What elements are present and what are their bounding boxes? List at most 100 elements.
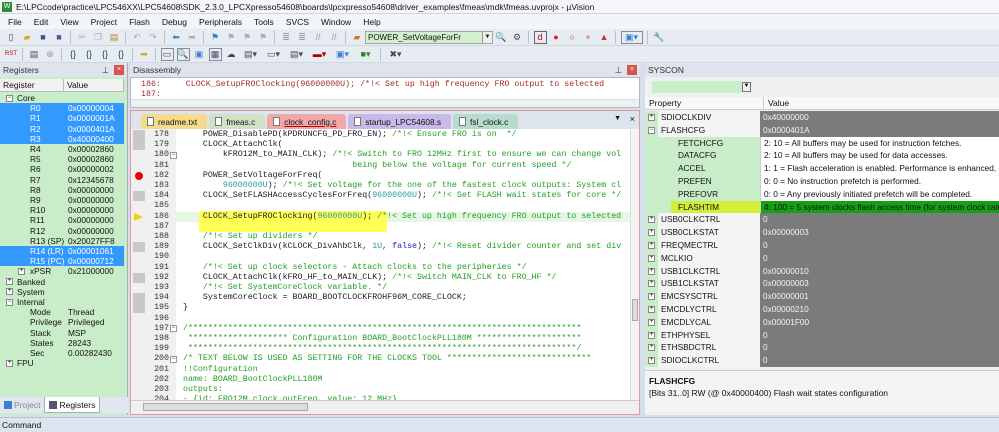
register-row[interactable]: R1 0x0000001A	[0, 113, 124, 124]
register-row[interactable]: R5 0x00002860	[0, 154, 124, 164]
command-window-icon[interactable]: ▭	[160, 47, 174, 61]
menu-project[interactable]: Project	[85, 17, 123, 27]
property-value[interactable]: 0x00000001	[760, 290, 999, 303]
property-value[interactable]: 0	[760, 251, 999, 265]
syscon-row[interactable]: PREFEN 0: 0 = No instruction prefetch is …	[645, 175, 999, 188]
serial-windows-icon[interactable]: ▤▾	[287, 48, 307, 61]
syscon-row[interactable]: + ETHSBDCTRL 0	[645, 341, 999, 355]
syscon-row[interactable]: + USB1CLKCTRL 0x00000010	[645, 264, 999, 278]
property-value[interactable]: 0x00000210	[760, 303, 999, 316]
kill-all-breakpoints-icon[interactable]: ▲	[598, 31, 611, 44]
enable-breakpoint-icon[interactable]: ○	[566, 31, 579, 44]
register-row[interactable]: Sec 0.00282430	[0, 348, 124, 358]
register-row[interactable]: − Internal	[0, 297, 124, 307]
new-file-icon[interactable]: ▯	[5, 31, 18, 44]
expand-icon[interactable]: +	[6, 288, 13, 296]
clear-bookmarks-icon[interactable]: ⚑	[257, 31, 270, 44]
incremental-find-icon[interactable]: ⚙	[511, 31, 524, 44]
symbols-window-icon[interactable]: ▣	[193, 48, 206, 61]
register-value[interactable]: 0x00000000	[68, 185, 114, 195]
syscon-row[interactable]: + MCLKIO 0	[645, 251, 999, 265]
bookmark-icon[interactable]: ⚑	[209, 31, 222, 44]
syscon-row[interactable]: PREFOVR 0: 0 = Any previously initiated p…	[645, 187, 999, 201]
editor-tab[interactable]: readme.txt	[141, 114, 208, 129]
insert-breakpoint-icon[interactable]: ●	[550, 31, 563, 44]
editor-tab[interactable]: startup_LPC54608.s	[348, 114, 452, 129]
show-next-statement-icon[interactable]: ➡	[138, 48, 151, 61]
property-value[interactable]: 0x40000000	[760, 111, 999, 124]
breakpoint-icon[interactable]	[135, 171, 143, 180]
register-row[interactable]: + Banked	[0, 277, 124, 287]
collapse-icon[interactable]: −	[6, 298, 13, 306]
syscon-row[interactable]: + USB1CLKSTAT 0x00000003	[645, 277, 999, 291]
menu-peripherals[interactable]: Peripherals	[193, 17, 248, 27]
property-value[interactable]: 0x00000010	[760, 264, 999, 278]
fold-icon[interactable]: −	[170, 151, 177, 159]
prev-bookmark-icon[interactable]: ⚑	[225, 31, 238, 44]
register-value[interactable]: 0x20027FF8	[68, 236, 115, 246]
toolbox-icon[interactable]: ✖▾	[386, 48, 406, 61]
expand-icon[interactable]: +	[648, 267, 655, 275]
property-value[interactable]: 0	[760, 341, 999, 355]
syscon-row[interactable]: − FLASHCFG 0x0000401A	[645, 123, 999, 137]
tab-project[interactable]: Project	[0, 397, 44, 413]
syscon-row[interactable]: + USB0CLKCTRL 0	[645, 213, 999, 227]
syscon-row[interactable]: + FREQMECTRL 0	[645, 239, 999, 252]
memory-windows-icon[interactable]: ▭▾	[264, 48, 284, 61]
register-value[interactable]: Privileged	[68, 317, 104, 327]
menu-tools[interactable]: Tools	[248, 17, 280, 27]
register-value[interactable]: 28243	[68, 338, 91, 348]
peripheral-select[interactable]	[652, 81, 742, 93]
property-value[interactable]: 4: 100 = 5 system clocks flash access ti…	[760, 200, 999, 214]
expand-icon[interactable]: +	[648, 344, 655, 352]
close-tab-icon[interactable]: ×	[630, 114, 635, 124]
expand-icon[interactable]: +	[6, 359, 13, 367]
window-layout-icon[interactable]: ▣▾	[620, 30, 643, 44]
watch-windows-icon[interactable]: ▤▾	[241, 48, 261, 61]
expand-icon[interactable]: +	[6, 278, 13, 286]
call-stack-icon[interactable]: ☁	[225, 48, 238, 61]
property-value[interactable]: 0x00000003	[760, 226, 999, 239]
save-all-icon[interactable]: ■	[53, 31, 66, 44]
register-value[interactable]: MSP	[68, 328, 86, 338]
comment-icon[interactable]: //	[312, 31, 325, 44]
syscon-row[interactable]: + USB0CLKSTAT 0x00000003	[645, 226, 999, 239]
syscon-row[interactable]: + EMCSYSCTRL 0x00000001	[645, 290, 999, 303]
register-row[interactable]: States 28243	[0, 338, 124, 348]
register-value[interactable]: 0x00002860	[68, 144, 114, 154]
expand-icon[interactable]: +	[648, 318, 655, 326]
expand-icon[interactable]: +	[648, 242, 655, 249]
property-value[interactable]: 0x0000401A	[760, 123, 999, 137]
menu-debug[interactable]: Debug	[156, 17, 193, 27]
register-value[interactable]: 0x0000001A	[68, 113, 115, 123]
trace-windows-icon[interactable]: ▣▾	[333, 48, 353, 61]
editor-hscrollbar[interactable]	[131, 400, 639, 414]
save-icon[interactable]: ■	[37, 31, 50, 44]
expand-icon[interactable]: +	[648, 331, 655, 339]
register-row[interactable]: + System	[0, 287, 124, 297]
undo-icon[interactable]: ↶	[131, 31, 144, 44]
expand-icon[interactable]: +	[18, 267, 25, 275]
register-row[interactable]: R0 0x00000004	[0, 103, 124, 114]
syscon-row[interactable]: + SDIOCLKDIV 0x40000000	[645, 111, 999, 124]
disable-all-breakpoints-icon[interactable]: ⚬	[582, 31, 595, 44]
run-icon[interactable]: ▤	[28, 48, 41, 61]
column-register[interactable]: Register	[0, 79, 64, 91]
collapse-icon[interactable]: −	[6, 94, 13, 102]
register-value[interactable]: 0x12345678	[68, 175, 114, 185]
step-over-icon[interactable]: {}	[83, 48, 96, 61]
disassembly-window[interactable]: 186: CLOCK_SetupFROClocking(96000000U); …	[130, 77, 640, 108]
register-row[interactable]: R6 0x00000002	[0, 164, 124, 174]
step-out-icon[interactable]: {}	[99, 48, 112, 61]
editor-tab[interactable]: fmeas.c	[209, 114, 266, 129]
expand-icon[interactable]: +	[648, 254, 655, 262]
close-icon[interactable]: ×	[627, 65, 637, 75]
tab-registers[interactable]: Registers	[44, 397, 101, 413]
menu-help[interactable]: Help	[357, 17, 386, 27]
register-row[interactable]: R12 0x00000000	[0, 226, 124, 236]
cut-icon[interactable]: ✂	[76, 31, 89, 44]
copy-icon[interactable]: ❐	[92, 31, 105, 44]
register-value[interactable]: 0x00002860	[68, 154, 114, 164]
syscon-row[interactable]: + SDIOCLKCTRL 0	[645, 354, 999, 367]
syscon-row[interactable]: + EMCDLYCAL 0x00001F00	[645, 315, 999, 329]
